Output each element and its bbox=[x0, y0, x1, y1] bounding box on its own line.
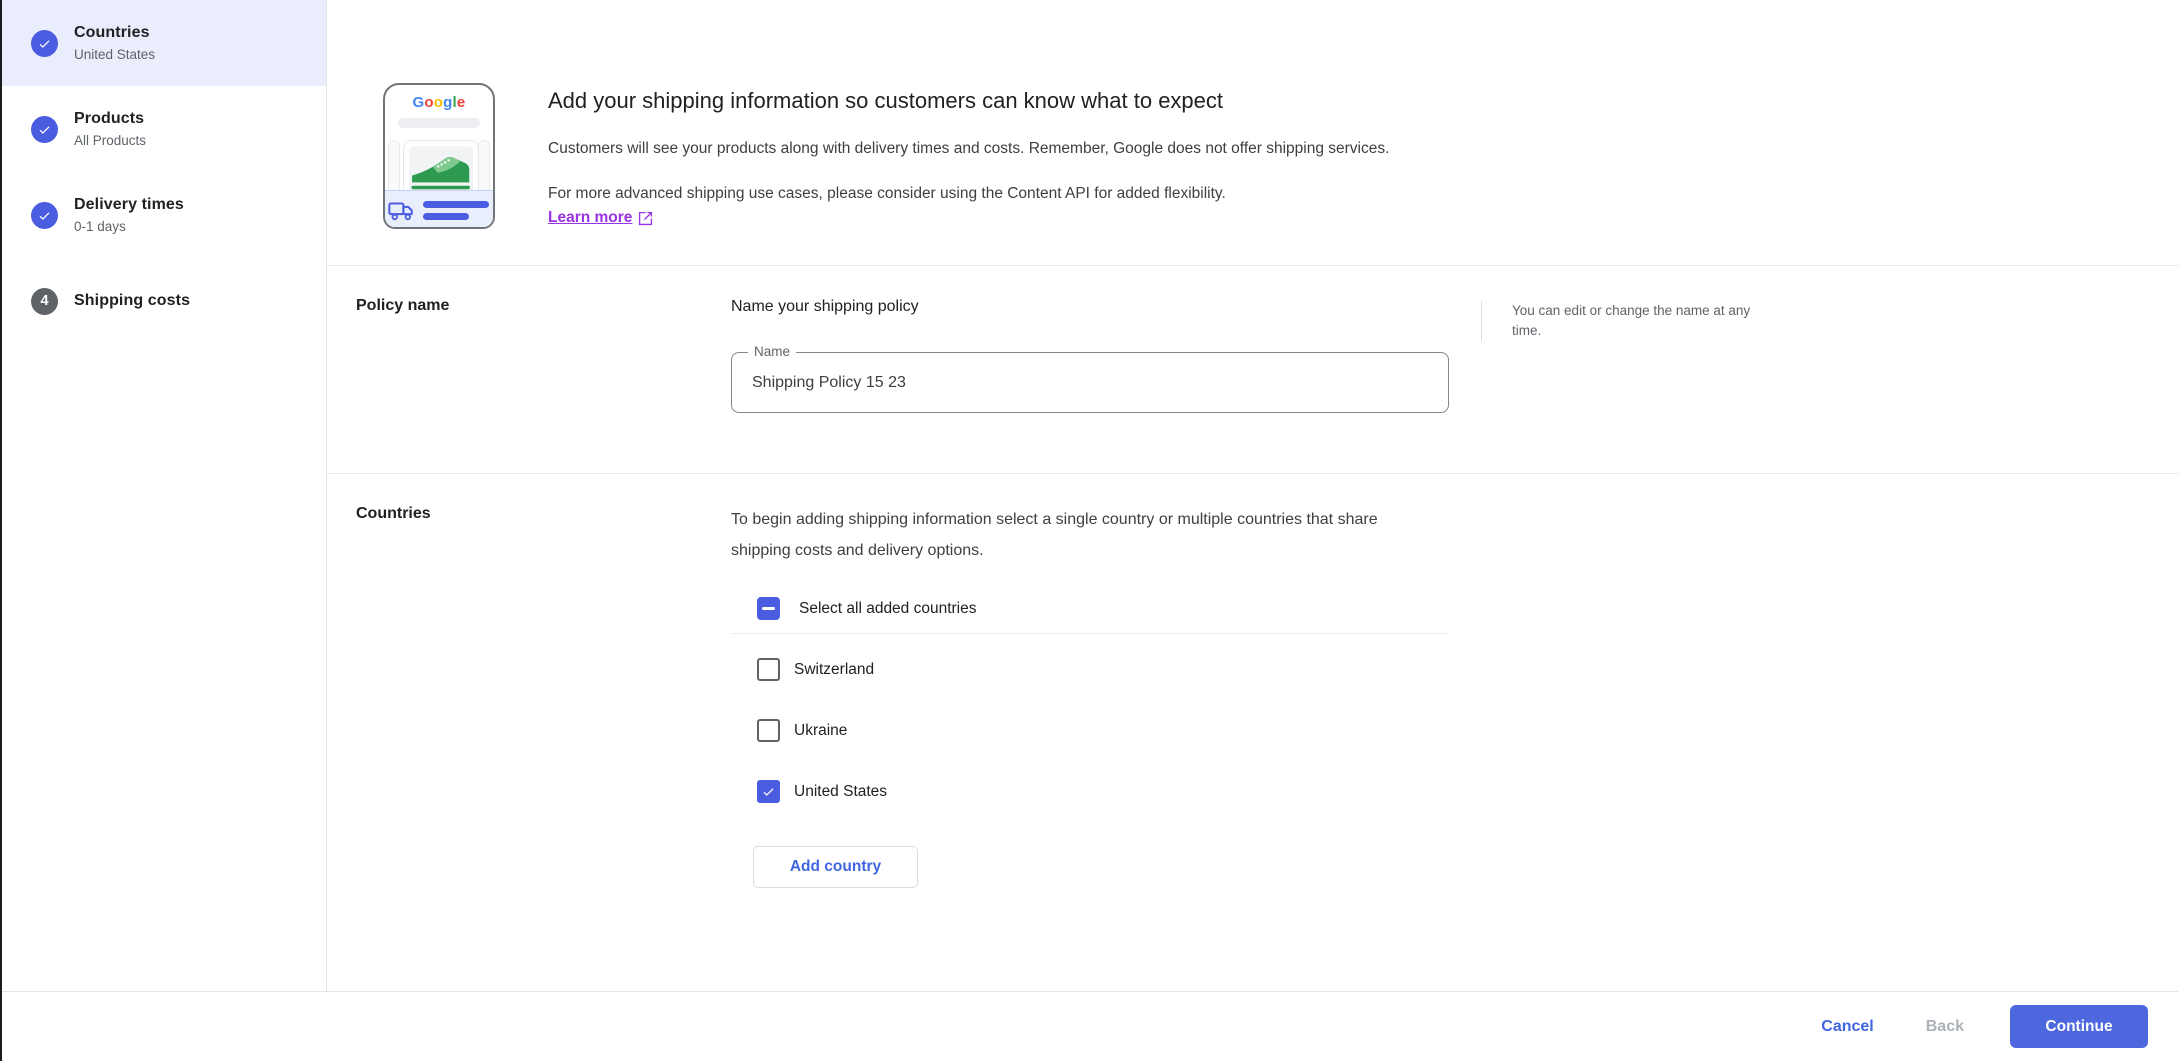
checkbox-label: Select all added countries bbox=[799, 599, 977, 617]
external-link-icon bbox=[639, 211, 653, 225]
sidebar-step-products[interactable]: Products All Products bbox=[0, 86, 326, 172]
policy-side-note: You can edit or change the name at any t… bbox=[1481, 301, 1781, 341]
content-area: Google Add your shipping information so … bbox=[327, 0, 2178, 991]
shipping-setup-wizard: Countries United States Products All Pro… bbox=[0, 0, 2178, 1061]
checkbox-checked[interactable] bbox=[757, 780, 780, 803]
wizard-footer: Cancel Back Continue bbox=[0, 991, 2178, 1061]
search-bar-placeholder bbox=[398, 118, 480, 128]
country-row-switzerland[interactable]: Switzerland bbox=[731, 658, 1449, 681]
policy-heading: Name your shipping policy bbox=[731, 298, 919, 315]
step-completed-check-icon bbox=[31, 115, 58, 143]
country-row-ukraine[interactable]: Ukraine bbox=[731, 719, 1449, 742]
checkbox-label: United States bbox=[794, 782, 888, 800]
field-floating-label: Name bbox=[748, 344, 797, 359]
countries-intro: To begin adding shipping information sel… bbox=[731, 511, 1378, 559]
country-row-united-states[interactable]: United States bbox=[731, 780, 1449, 803]
select-all-checkbox-indeterminate[interactable] bbox=[757, 597, 780, 620]
checkbox-label: Switzerland bbox=[794, 660, 875, 678]
step-number-icon: 4 bbox=[31, 287, 58, 315]
learn-more-link[interactable]: Learn more bbox=[548, 209, 653, 227]
wizard-steps-sidebar: Countries United States Products All Pro… bbox=[0, 0, 327, 991]
section-label: Policy name bbox=[356, 297, 450, 314]
step-subtitle: United States bbox=[74, 46, 156, 62]
banner-text-bar bbox=[423, 201, 489, 208]
sidebar-step-countries[interactable]: Countries United States bbox=[0, 0, 326, 86]
step-completed-check-icon bbox=[31, 201, 58, 229]
back-button[interactable]: Back bbox=[1906, 1008, 1984, 1046]
check-icon bbox=[763, 788, 774, 796]
intro-header: Google Add your shipping information so … bbox=[327, 0, 2178, 232]
cancel-button[interactable]: Cancel bbox=[1801, 1008, 1893, 1046]
select-all-countries-row[interactable]: Select all added countries bbox=[731, 597, 1449, 620]
phone-mockup: Google bbox=[383, 83, 495, 229]
header-api-note: For more advanced shipping use cases, pl… bbox=[548, 185, 1226, 202]
checkbox-unchecked[interactable] bbox=[757, 658, 780, 681]
step-subtitle: 0-1 days bbox=[74, 218, 126, 234]
continue-button[interactable]: Continue bbox=[2010, 1005, 2148, 1048]
banner-text-bar bbox=[423, 213, 469, 220]
step-subtitle: All Products bbox=[74, 132, 147, 148]
header-description: Customers will see your products along w… bbox=[548, 140, 1390, 157]
checkbox-label: Ukraine bbox=[794, 721, 848, 739]
step-title: Countries bbox=[74, 23, 150, 41]
policy-name-input[interactable] bbox=[732, 353, 1448, 412]
shipping-banner bbox=[385, 190, 493, 227]
add-country-button[interactable]: Add country bbox=[753, 846, 918, 888]
truck-icon bbox=[388, 202, 413, 221]
step-title: Products bbox=[74, 109, 145, 127]
section-label: Countries bbox=[356, 505, 431, 522]
google-logo: Google bbox=[412, 94, 466, 111]
sidebar-step-shipping-costs[interactable]: 4 Shipping costs bbox=[0, 258, 326, 344]
main-layout: Countries United States Products All Pro… bbox=[0, 0, 2178, 991]
countries-section: Countries To begin adding shipping infor… bbox=[327, 474, 2178, 921]
sidebar-step-delivery-times[interactable]: Delivery times 0-1 days bbox=[0, 172, 326, 258]
policy-name-section: Policy name Name your shipping policy Na… bbox=[327, 266, 2178, 473]
checkbox-unchecked[interactable] bbox=[757, 719, 780, 742]
step-completed-check-icon bbox=[31, 29, 58, 57]
shipping-illustration: Google bbox=[377, 80, 502, 232]
step-title: Delivery times bbox=[74, 195, 184, 213]
policy-name-field: Name bbox=[731, 344, 1449, 413]
step-title: Shipping costs bbox=[74, 292, 191, 309]
page-title: Add your shipping information so custome… bbox=[548, 88, 1224, 113]
list-divider bbox=[731, 633, 1449, 634]
